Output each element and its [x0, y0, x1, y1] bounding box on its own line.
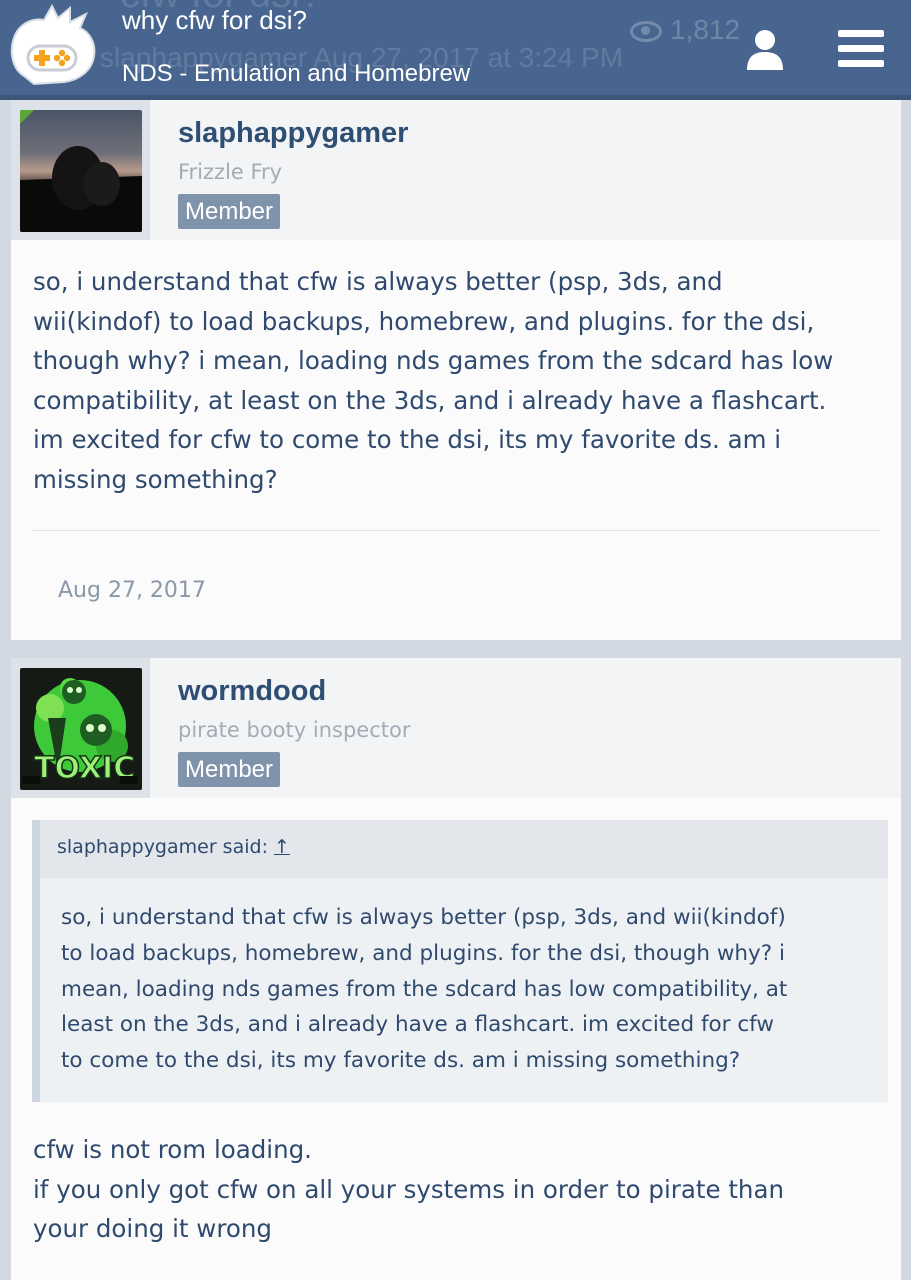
username[interactable]: wormdood [178, 675, 326, 708]
message-line: compatibility, at least on the 3ds, and … [33, 385, 827, 415]
ghost-view-count: 1,812 [630, 14, 740, 46]
post-message: so, i understand that cfw is always bett… [33, 262, 893, 499]
eye-icon [630, 21, 662, 43]
quote-block: slaphappygamer said: ↑ so, i understand t… [32, 820, 888, 1102]
message-line: if you only got cfw on all your systems … [33, 1174, 784, 1204]
quote-line: so, i understand that cfw is always bett… [61, 905, 786, 930]
quote-line: least on the 3ds, and i already have a f… [61, 1012, 774, 1038]
thread-title: why cfw for dsi? [122, 5, 307, 35]
user-title: Frizzle Fry [178, 160, 283, 184]
post-date[interactable]: Aug 27, 2017 [58, 578, 206, 603]
avatar-frame: TOXIC [11, 658, 150, 798]
post: slaphappygamer Frizzle Fry Member so, i … [11, 100, 901, 640]
gamepad-logo-icon[interactable] [4, 3, 102, 94]
user-icon[interactable] [743, 28, 787, 72]
user-title: pirate booty inspector [178, 718, 411, 742]
member-badge: Member [178, 194, 281, 229]
quote-author: slaphappygamer said: ↑ [57, 836, 290, 858]
post-divider [32, 530, 880, 531]
post-author-bar: slaphappygamer Frizzle Fry Member [11, 100, 901, 240]
quote-line: mean, loading nds games from the sdcard … [61, 976, 788, 1002]
message-line: missing something? [33, 464, 278, 494]
avatar[interactable] [20, 110, 142, 232]
menu-icon[interactable] [838, 30, 884, 70]
message-line: so, i understand that cfw is always bett… [33, 267, 723, 296]
quote-author-name: slaphappygamer said: [57, 836, 268, 858]
jump-to-quote-link[interactable]: ↑ [274, 836, 290, 858]
post: TOXIC wormdood pirate booty inspector Me… [11, 658, 901, 1280]
quote-text: so, i understand that cfw is always bett… [61, 900, 871, 1079]
username[interactable]: slaphappygamer [178, 117, 408, 150]
avatar-frame [11, 100, 150, 240]
message-line: cfw is not rom loading. [33, 1135, 312, 1164]
post-message: cfw is not rom loading. if you only got … [33, 1130, 893, 1249]
view-count-text: 1,812 [670, 14, 741, 45]
message-line: wii(kindof) to load backups, homebrew, a… [33, 306, 815, 336]
message-line: your doing it wrong [33, 1214, 272, 1243]
message-line: though why? i mean, loading nds games fr… [33, 346, 834, 375]
quote-header: slaphappygamer said: ↑ [40, 820, 888, 878]
menu-bar [838, 30, 884, 37]
post-author-bar: TOXIC wormdood pirate booty inspector Me… [11, 658, 901, 798]
forum-breadcrumb[interactable]: NDS - Emulation and Homebrew [122, 60, 470, 88]
message-line: im excited for cfw to come to the dsi, i… [33, 425, 782, 454]
quote-line: to come to the dsi, its my favorite ds. … [61, 1048, 741, 1074]
thread-header: cfw for dsi? slaphappygamer Aug 27, 2017… [0, 0, 911, 100]
menu-bar [838, 45, 884, 52]
menu-bar [838, 60, 884, 67]
avatar[interactable]: TOXIC [20, 668, 142, 790]
member-badge: Member [178, 752, 281, 787]
quote-line: to load backups, homebrew, and plugins. … [61, 940, 785, 966]
